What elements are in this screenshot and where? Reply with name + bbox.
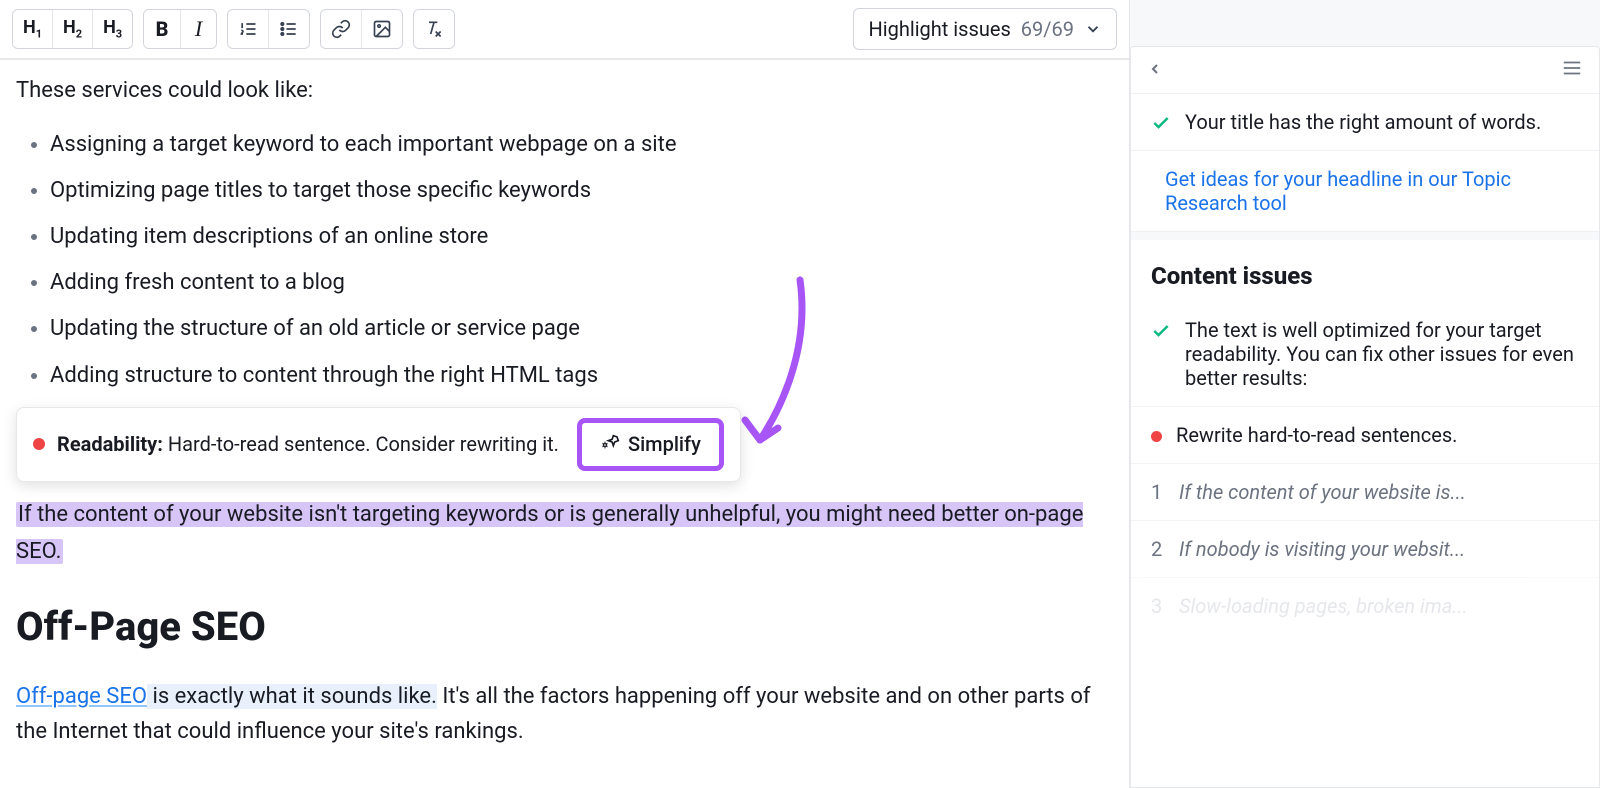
body-paragraph: Off-page SEO is exactly what it sounds l… <box>16 680 1113 748</box>
highlight-issues-dropdown[interactable]: Highlight issues 69/69 <box>853 8 1117 50</box>
intro-text: These services could look like: <box>16 74 1113 108</box>
list-item: Adding fresh content to a blog <box>50 266 1113 300</box>
h1-button[interactable]: H1 <box>13 10 52 48</box>
issue-preview-row[interactable]: 1 If the content of your website is... <box>1131 463 1599 520</box>
service-list: Assigning a target keyword to each impor… <box>16 128 1113 393</box>
check-icon <box>1151 321 1171 341</box>
chevron-down-icon <box>1084 20 1102 38</box>
issue-text: Rewrite hard-to-read sentences. <box>1176 423 1457 447</box>
preview-text: If nobody is visiting your websit... <box>1179 537 1465 561</box>
highlight-count: 69/69 <box>1021 17 1074 41</box>
editor-content[interactable]: These services could look like: Assignin… <box>0 60 1129 788</box>
format-group: B I <box>143 9 217 49</box>
ordered-list-icon <box>238 19 258 39</box>
list-group <box>227 9 310 49</box>
list-item: Assigning a target keyword to each impor… <box>50 128 1113 162</box>
highlighted-sentence[interactable]: If the content of your website isn't tar… <box>16 502 1083 564</box>
editor-pane: H1 H2 H3 B I <box>0 0 1130 788</box>
readability-ok-text: The text is well optimized for your targ… <box>1185 318 1579 390</box>
tooltip-message: Hard-to-read sentence. Consider rewritin… <box>168 432 559 456</box>
readability-ok-row: The text is well optimized for your targ… <box>1131 302 1599 406</box>
h2-button[interactable]: H2 <box>52 10 92 48</box>
tooltip-box: Readability: Hard-to-read sentence. Cons… <box>16 407 741 482</box>
list-item: Optimizing page titles to target those s… <box>50 174 1113 208</box>
content-issues-title: Content issues <box>1131 240 1599 302</box>
link-button[interactable] <box>321 10 361 48</box>
severity-dot-icon <box>1151 431 1162 442</box>
highlight-label: Highlight issues <box>868 17 1010 41</box>
simplify-button[interactable]: Simplify <box>577 418 724 471</box>
clear-format-icon <box>424 19 444 39</box>
heading-group: H1 H2 H3 <box>12 9 133 49</box>
insert-group <box>320 9 403 49</box>
back-button[interactable] <box>1147 58 1163 82</box>
readability-tooltip: Readability: Hard-to-read sentence. Cons… <box>16 407 1113 482</box>
unordered-list-icon <box>279 19 299 39</box>
issue-preview-row[interactable]: 3 Slow-loading pages, broken ima... <box>1131 577 1599 634</box>
h3-button[interactable]: H3 <box>92 10 132 48</box>
sidebar-header <box>1131 47 1599 94</box>
title-ok-text: Your title has the right amount of words… <box>1185 110 1541 134</box>
list-item: Updating item descriptions of an online … <box>50 220 1113 254</box>
clear-format-button[interactable] <box>414 10 454 48</box>
topic-research-link-row[interactable]: Get ideas for your headline in our Topic… <box>1131 151 1599 232</box>
preview-text: Slow-loading pages, broken ima... <box>1179 594 1468 618</box>
image-button[interactable] <box>361 10 402 48</box>
section-heading: Off-Page SEO <box>16 596 1113 658</box>
ordered-list-button[interactable] <box>228 10 268 48</box>
link-icon <box>331 19 351 39</box>
issue-preview-row[interactable]: 2 If nobody is visiting your websit... <box>1131 520 1599 577</box>
italic-button[interactable]: I <box>180 10 216 48</box>
topic-research-link[interactable]: Get ideas for your headline in our Topic… <box>1165 167 1579 215</box>
clear-group <box>413 9 455 49</box>
menu-button[interactable] <box>1561 57 1583 83</box>
magic-icon <box>600 434 620 454</box>
preview-number: 2 <box>1151 537 1165 561</box>
issue-rewrite[interactable]: Rewrite hard-to-read sentences. <box>1131 406 1599 463</box>
bold-button[interactable]: B <box>144 10 180 48</box>
preview-text: If the content of your website is... <box>1179 480 1466 504</box>
highlighted-sentence-wrap: If the content of your website isn't tar… <box>16 496 1113 571</box>
list-item: Adding structure to content through the … <box>50 359 1113 393</box>
chevron-left-icon <box>1147 61 1163 77</box>
title-check-row: Your title has the right amount of words… <box>1131 94 1599 151</box>
hamburger-icon <box>1561 57 1583 79</box>
sidebar-card: Your title has the right amount of words… <box>1130 46 1600 788</box>
check-icon <box>1151 113 1171 133</box>
image-icon <box>372 19 392 39</box>
unordered-list-button[interactable] <box>268 10 309 48</box>
tooltip-label: Readability: <box>57 432 163 456</box>
list-item: Updating the structure of an old article… <box>50 312 1113 346</box>
severity-dot-icon <box>33 438 45 450</box>
sidebar: Your title has the right amount of words… <box>1130 0 1600 788</box>
preview-number: 3 <box>1151 594 1165 618</box>
editor-toolbar: H1 H2 H3 B I <box>0 0 1129 60</box>
simplify-label: Simplify <box>628 429 701 460</box>
para-span-highlight: is exactly what it sounds like. <box>147 684 437 709</box>
preview-number: 1 <box>1151 480 1165 504</box>
toolbar-left: H1 H2 H3 B I <box>12 9 455 49</box>
off-page-seo-link[interactable]: Off-page SEO <box>16 684 147 709</box>
